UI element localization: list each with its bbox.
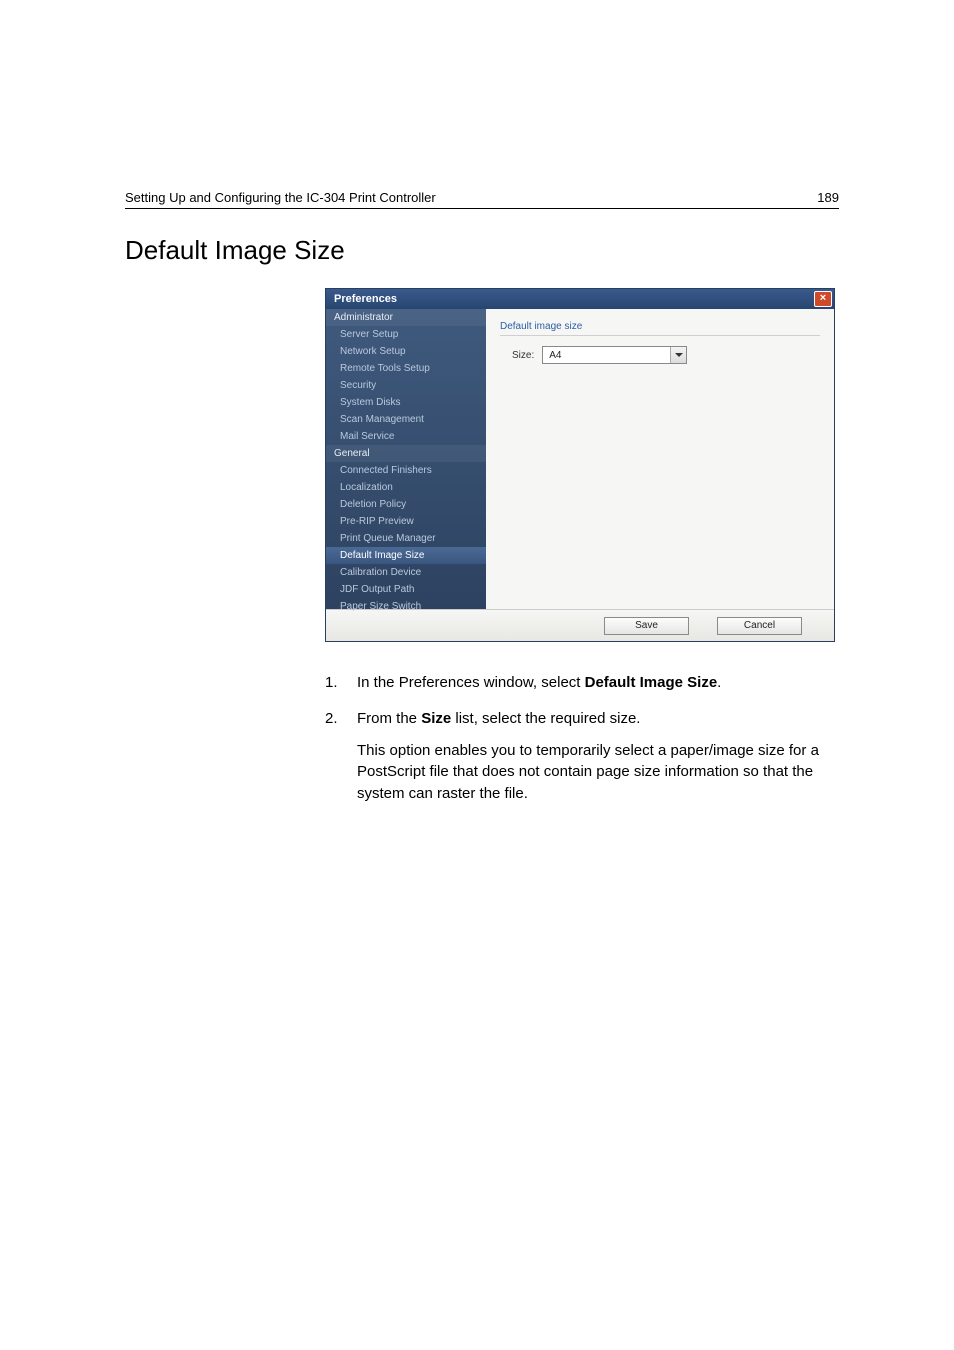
section-title: Default Image Size xyxy=(125,235,839,266)
sidebar-item-print-queue-manager[interactable]: Print Queue Manager xyxy=(326,530,486,547)
sidebar-group-general[interactable]: General xyxy=(326,445,486,462)
sidebar-item-calibration-device[interactable]: Calibration Device xyxy=(326,564,486,581)
sidebar-item-connected-finishers[interactable]: Connected Finishers xyxy=(326,462,486,479)
sidebar-item-remote-tools-setup[interactable]: Remote Tools Setup xyxy=(326,360,486,377)
step1-pre: In the Preferences window, select xyxy=(357,674,585,691)
sidebar-item-scan-management[interactable]: Scan Management xyxy=(326,411,486,428)
step-number: 2. xyxy=(325,708,339,805)
sidebar-item-server-setup[interactable]: Server Setup xyxy=(326,326,486,343)
instruction-step-2: 2. From the Size list, select the requir… xyxy=(325,708,825,805)
close-icon[interactable]: × xyxy=(814,291,832,307)
sidebar-item-default-image-size[interactable]: Default Image Size xyxy=(326,547,486,564)
page-header: Setting Up and Configuring the IC-304 Pr… xyxy=(125,190,839,209)
content-pane: Default image size Size: A4 xyxy=(486,309,834,609)
instructions: 1. In the Preferences window, select Def… xyxy=(325,672,825,805)
step1-bold: Default Image Size xyxy=(585,674,718,691)
header-left: Setting Up and Configuring the IC-304 Pr… xyxy=(125,190,436,205)
save-button[interactable]: Save xyxy=(604,617,689,635)
window-title: Preferences xyxy=(334,293,397,305)
instruction-step-1: 1. In the Preferences window, select Def… xyxy=(325,672,825,694)
size-dropdown[interactable]: A4 xyxy=(542,346,687,364)
preferences-screenshot: Preferences × Administrator Server Setup… xyxy=(325,288,839,642)
step2-pre: From the xyxy=(357,710,421,727)
sidebar-group-administrator[interactable]: Administrator xyxy=(326,309,486,326)
sidebar-item-localization[interactable]: Localization xyxy=(326,479,486,496)
sidebar-item-paper-size-switch[interactable]: Paper Size Switch xyxy=(326,598,486,615)
sidebar-item-deletion-policy[interactable]: Deletion Policy xyxy=(326,496,486,513)
size-dropdown-value: A4 xyxy=(549,350,561,361)
step2-bold: Size xyxy=(421,710,451,727)
step2-note: This option enables you to temporarily s… xyxy=(357,740,825,805)
window-titlebar[interactable]: Preferences × xyxy=(326,289,834,309)
pane-heading: Default image size xyxy=(500,321,820,336)
step1-post: . xyxy=(717,674,721,691)
sidebar-item-jdf-output-path[interactable]: JDF Output Path xyxy=(326,581,486,598)
sidebar-item-mail-service[interactable]: Mail Service xyxy=(326,428,486,445)
step2-post: list, select the required size. xyxy=(451,710,640,727)
sidebar-item-pre-rip-preview[interactable]: Pre-RIP Preview xyxy=(326,513,486,530)
preferences-sidebar: Administrator Server Setup Network Setup… xyxy=(326,309,486,609)
sidebar-item-system-disks[interactable]: System Disks xyxy=(326,394,486,411)
size-label: Size: xyxy=(512,350,534,361)
page-number: 189 xyxy=(817,190,839,205)
step-number: 1. xyxy=(325,672,339,694)
sidebar-item-network-setup[interactable]: Network Setup xyxy=(326,343,486,360)
sidebar-item-security[interactable]: Security xyxy=(326,377,486,394)
preferences-window: Preferences × Administrator Server Setup… xyxy=(325,288,835,642)
chevron-down-icon[interactable] xyxy=(670,347,686,363)
cancel-button[interactable]: Cancel xyxy=(717,617,802,635)
